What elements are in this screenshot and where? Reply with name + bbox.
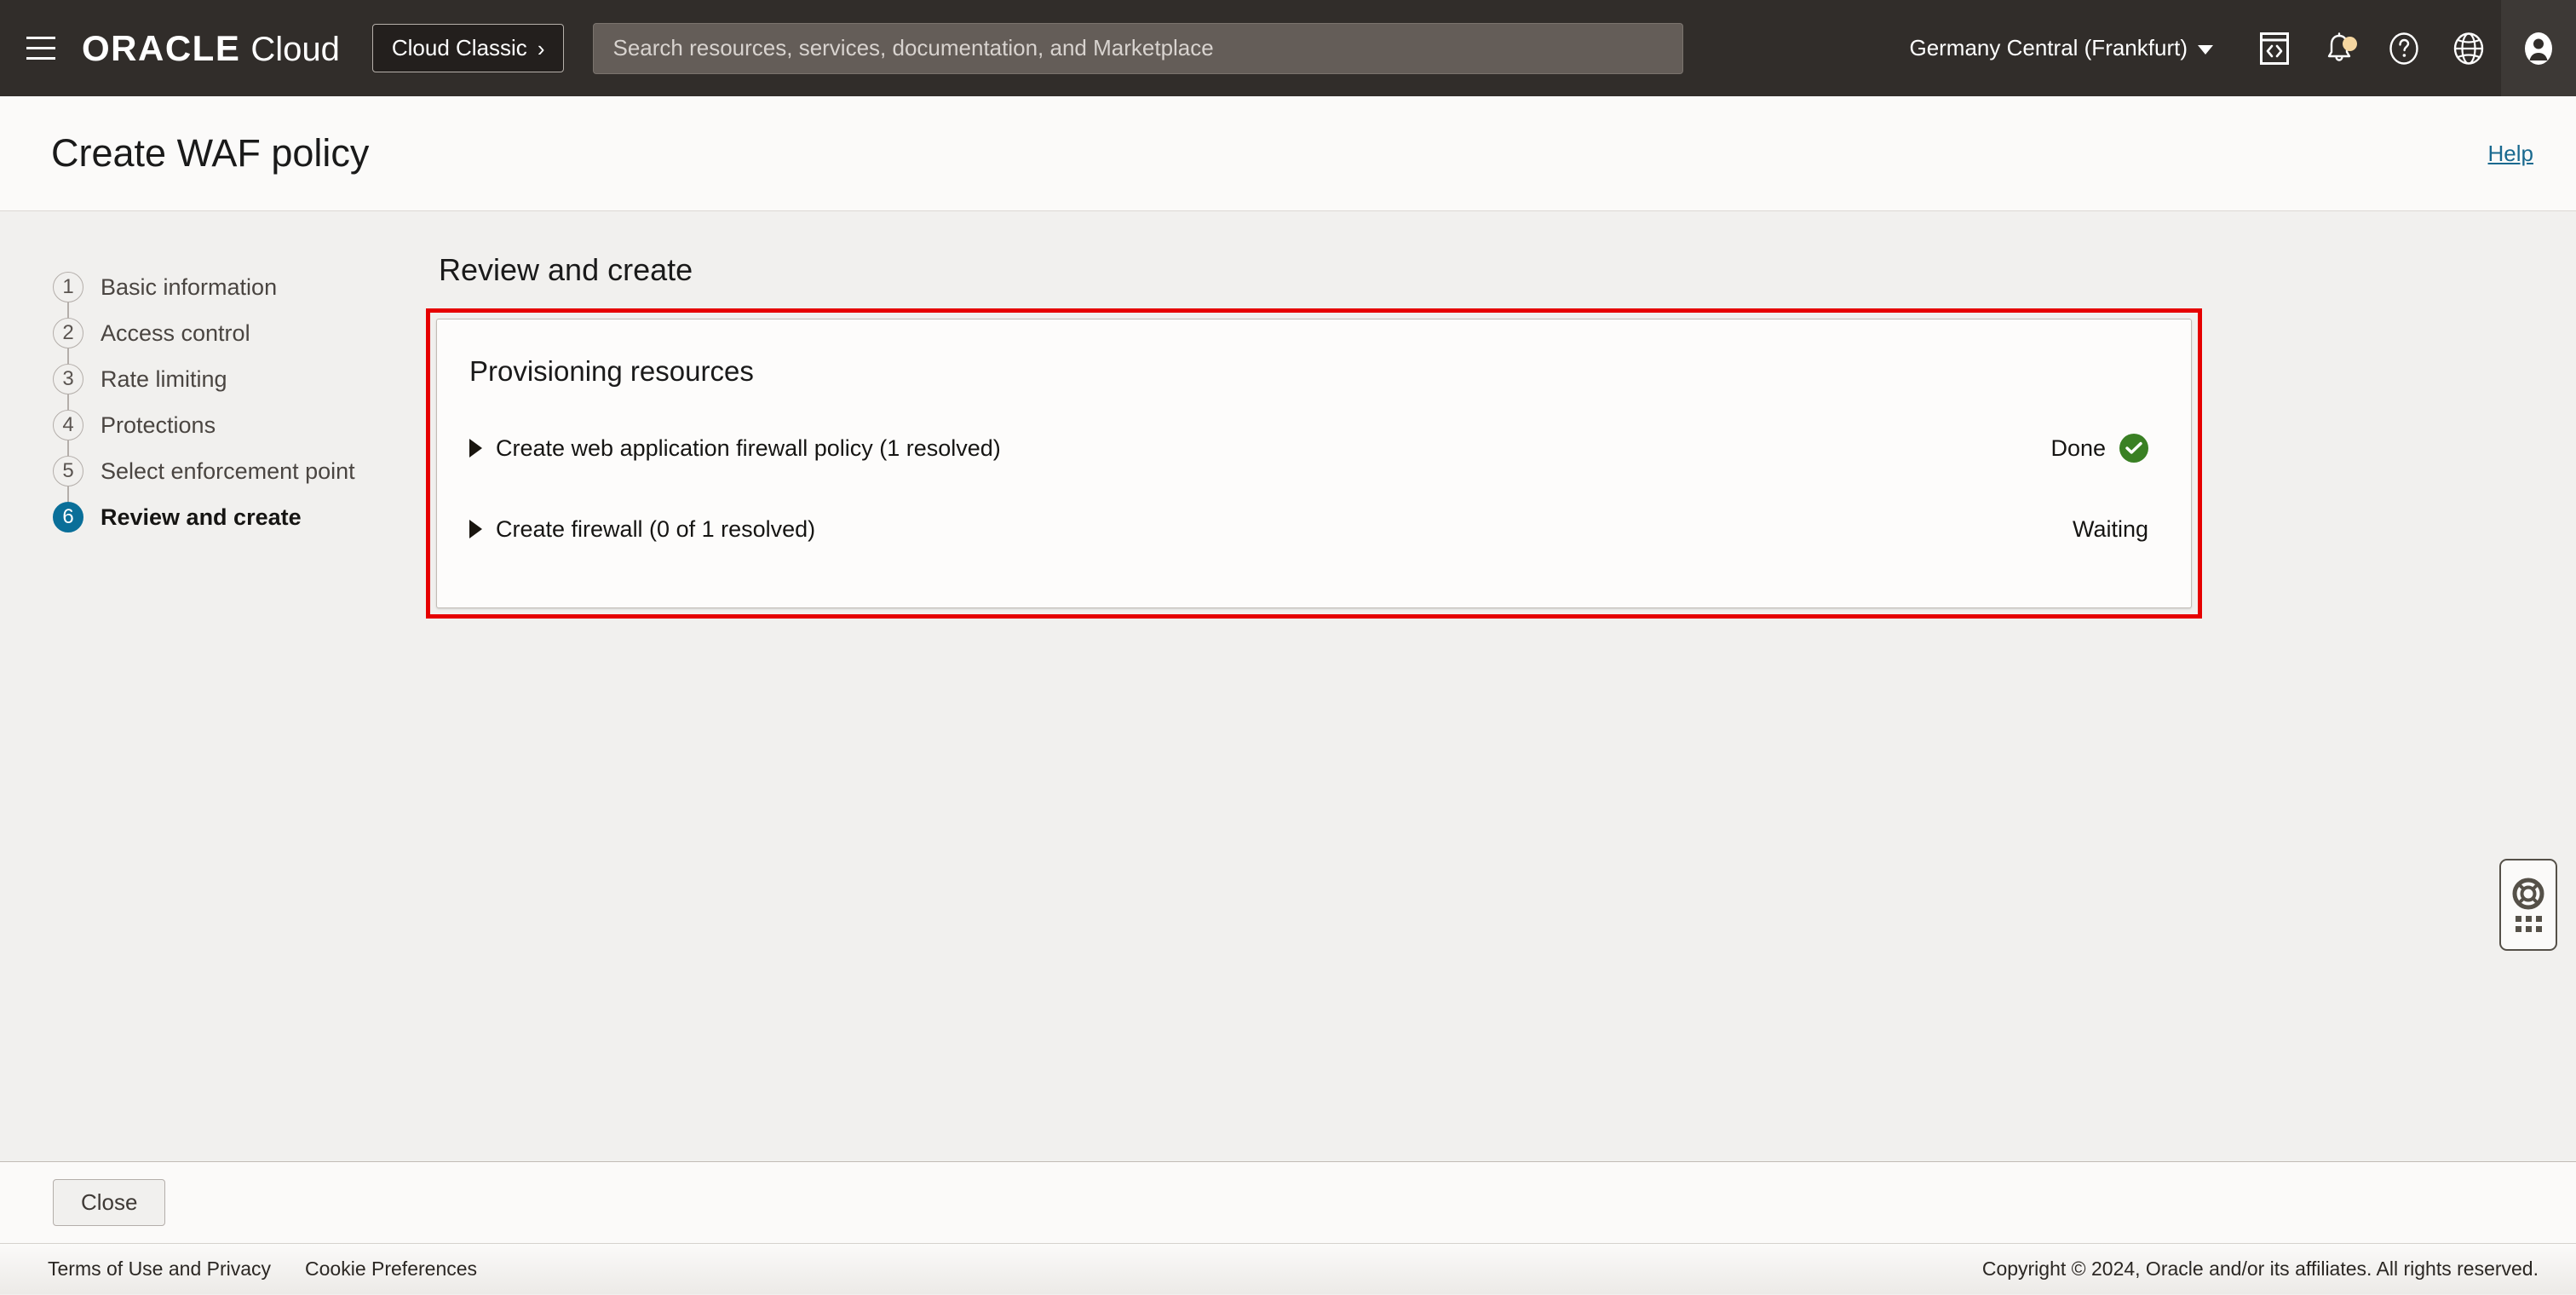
provisioning-row-status: Waiting (2073, 516, 2148, 543)
brand-oracle-text: ORACLE (82, 27, 241, 68)
step-number-badge: 1 (53, 272, 83, 302)
help-question-icon[interactable] (2372, 0, 2436, 96)
provisioning-row-label: Create firewall (0 of 1 resolved) (496, 515, 816, 542)
step-connector-line (67, 394, 69, 410)
action-bar: Close (0, 1161, 2576, 1243)
step-label: Basic information (101, 273, 278, 300)
step-number-badge: 4 (53, 410, 83, 440)
provisioning-row-firewall: Create firewall (0 of 1 resolved) Waitin… (469, 505, 2148, 553)
step-connector-line (67, 302, 69, 318)
step-label: Rate limiting (101, 365, 227, 392)
step-connector-line (67, 486, 69, 502)
page-footer: Terms of Use and Privacy Cookie Preferen… (0, 1243, 2576, 1294)
main-content: Review and create Provisioning resources… (426, 211, 2576, 1161)
chevron-right-icon: › (537, 35, 545, 61)
handle-dot (2515, 926, 2521, 932)
chevron-down-icon (2198, 45, 2213, 55)
footer-links: Terms of Use and Privacy Cookie Preferen… (48, 1258, 477, 1281)
handle-dot (2535, 926, 2542, 932)
step-label: Select enforcement point (101, 458, 355, 484)
cloud-classic-label: Cloud Classic (391, 35, 527, 60)
life-ring-support-icon (2512, 878, 2544, 910)
row-spacer (469, 473, 2148, 505)
sidebar-item-protections[interactable]: 4 Protections (53, 402, 426, 456)
page-body: 1 Basic information 2 Access control 3 R… (0, 211, 2576, 1161)
global-search-box[interactable] (593, 22, 1684, 74)
provisioning-row-waf-policy: Create web application firewall policy (… (469, 423, 2148, 473)
sidebar-item-select-enforcement-point[interactable]: 5 Select enforcement point (53, 448, 426, 502)
hamburger-line (26, 37, 55, 39)
close-button[interactable]: Close (53, 1179, 166, 1226)
notifications-bell-icon[interactable] (2307, 0, 2372, 96)
step-number-badge: 3 (53, 364, 83, 394)
cloud-classic-button[interactable]: Cloud Classic › (371, 24, 565, 72)
step-connector-line (67, 440, 69, 456)
sidebar-item-review-and-create[interactable]: 6 Review and create (53, 494, 426, 540)
region-label: Germany Central (Frankfurt) (1909, 35, 2188, 60)
cookie-preferences-link[interactable]: Cookie Preferences (305, 1258, 477, 1281)
sidebar-item-basic-information[interactable]: 1 Basic information (53, 264, 426, 318)
oracle-cloud-logo[interactable]: ORACLE Cloud (82, 28, 340, 69)
step-number-badge: 2 (53, 318, 83, 348)
step-connector-line (67, 348, 69, 364)
step-label: Protections (101, 412, 216, 438)
provisioning-resources-card: Provisioning resources Create web applic… (436, 319, 2192, 608)
hamburger-line (26, 47, 55, 49)
notification-badge (2343, 37, 2357, 51)
green-check-circle-icon (2119, 434, 2148, 463)
handle-dot (2525, 926, 2532, 932)
step-number-badge: 5 (53, 456, 83, 486)
top-navigation-bar: ORACLE Cloud Cloud Classic › Germany Cen… (0, 0, 2576, 96)
disclosure-triangle-icon[interactable] (469, 439, 482, 458)
disclosure-triangle-icon[interactable] (469, 520, 482, 538)
drag-handle-dots-icon[interactable] (2515, 916, 2542, 932)
user-avatar-icon[interactable] (2501, 0, 2576, 96)
step-number-badge: 6 (53, 502, 83, 532)
provisioning-row-label: Create web application firewall policy (… (496, 435, 1001, 461)
wizard-step-list: 1 Basic information 2 Access control 3 R… (0, 211, 426, 1161)
page-title: Create WAF policy (51, 131, 370, 175)
brand-cloud-text: Cloud (250, 30, 340, 68)
handle-dot (2515, 916, 2521, 922)
handle-dot (2525, 916, 2532, 922)
card-title: Provisioning resources (469, 355, 754, 387)
sidebar-item-rate-limiting[interactable]: 3 Rate limiting (53, 356, 426, 410)
hamburger-menu-icon[interactable] (19, 26, 63, 71)
copyright-text: Copyright © 2024, Oracle and/or its affi… (1981, 1258, 2539, 1280)
search-input[interactable] (612, 35, 1665, 61)
top-nav-right-cluster: Germany Central (Frankfurt) (1880, 0, 2576, 96)
step-label: Access control (101, 319, 250, 346)
handle-dot (2535, 916, 2542, 922)
status-text: Done (2050, 435, 2106, 461)
hamburger-line (26, 57, 55, 60)
help-link[interactable]: Help (2488, 141, 2533, 167)
support-widget[interactable] (2499, 859, 2557, 951)
terms-of-use-link[interactable]: Terms of Use and Privacy (48, 1258, 271, 1281)
page-header: Create WAF policy Help (0, 96, 2576, 211)
language-globe-icon[interactable] (2436, 0, 2501, 96)
status-text: Waiting (2072, 515, 2148, 542)
region-selector[interactable]: Germany Central (Frankfurt) (1880, 35, 2242, 61)
provisioning-row-status: Done (2050, 434, 2148, 463)
highlight-annotation-box: Provisioning resources Create web applic… (426, 308, 2202, 619)
section-title: Review and create (439, 252, 693, 287)
sidebar-item-access-control[interactable]: 2 Access control (53, 310, 426, 364)
step-label: Review and create (101, 504, 302, 530)
cloud-shell-icon[interactable] (2242, 0, 2307, 96)
